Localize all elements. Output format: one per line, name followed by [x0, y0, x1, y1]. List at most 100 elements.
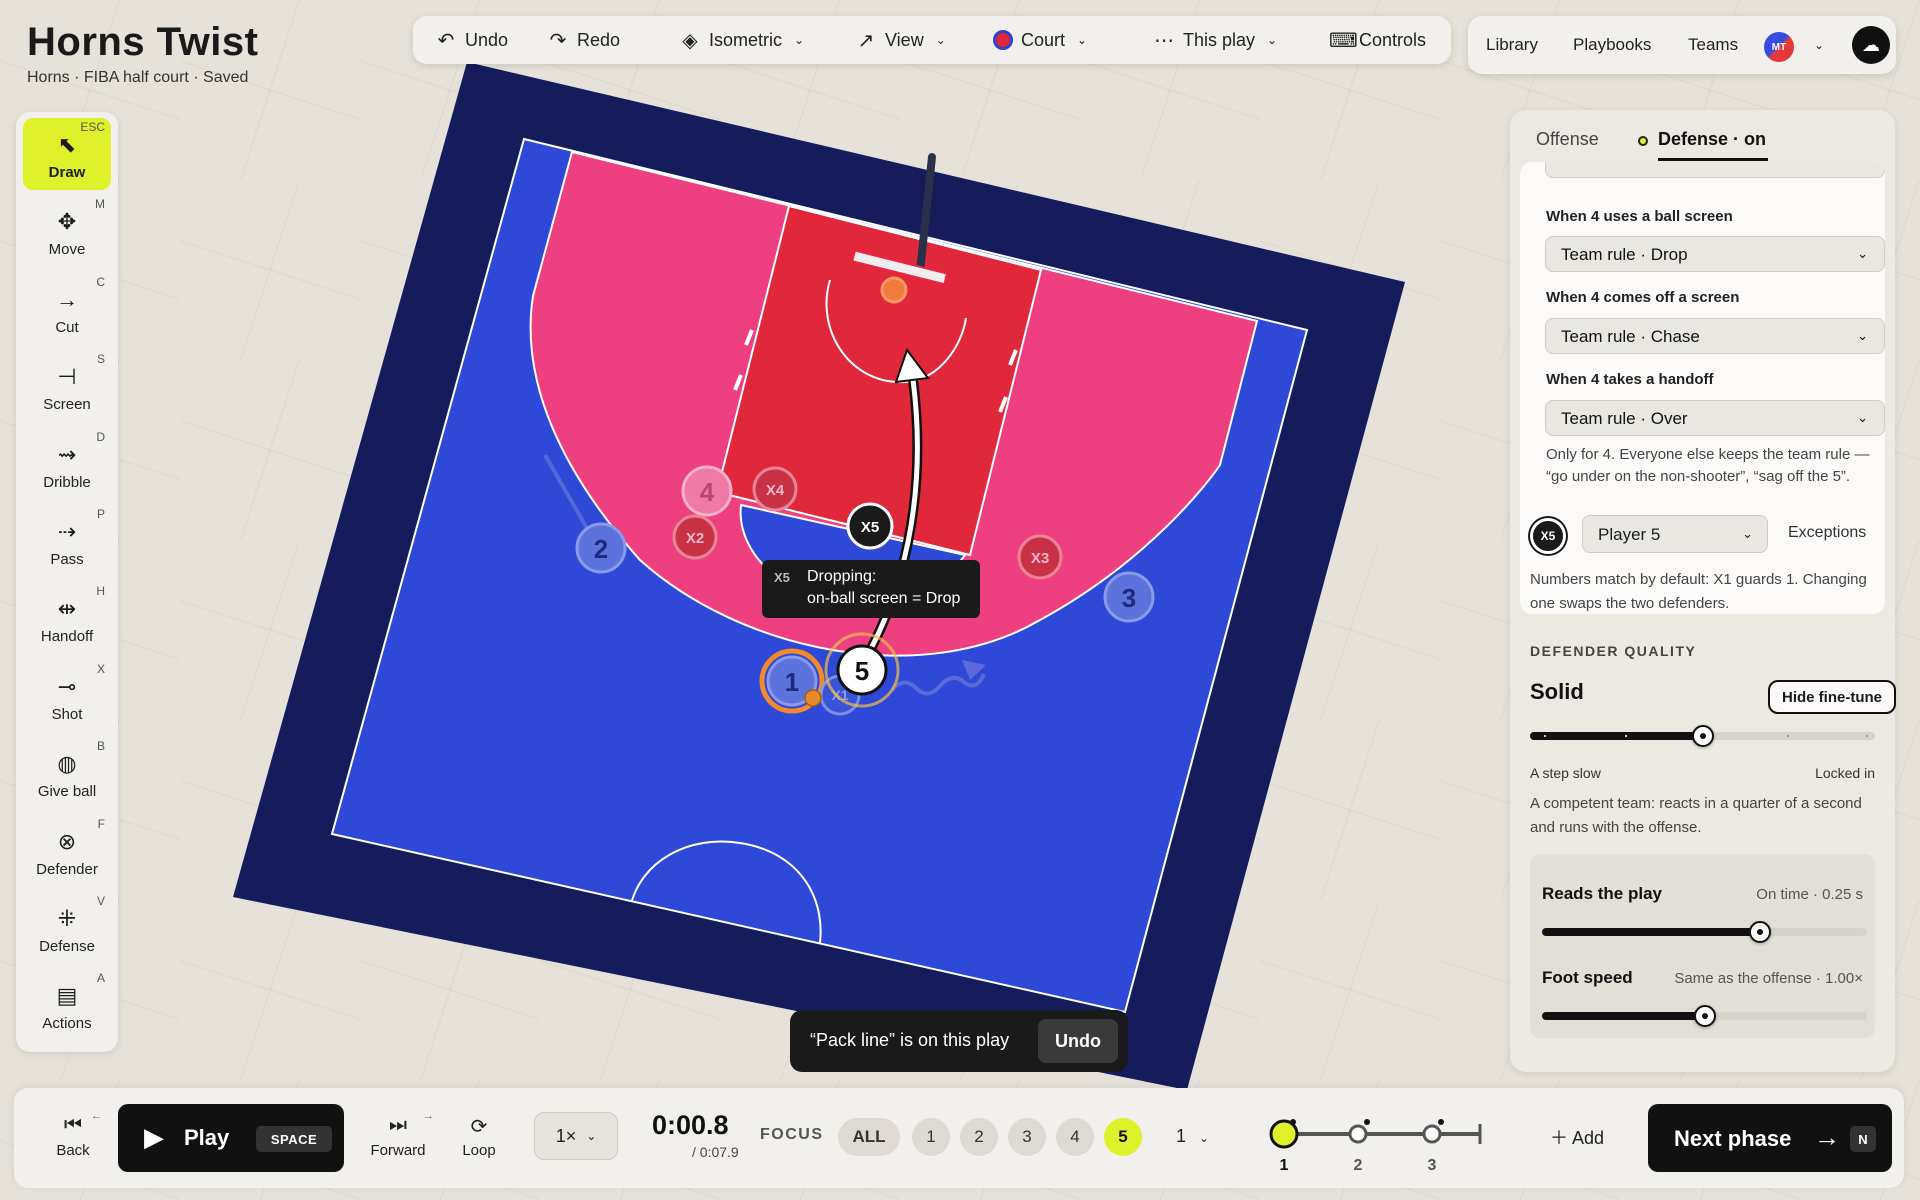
toast: “Pack line” is on this play Undo — [790, 1010, 1128, 1072]
tool-move[interactable]: M ✥ Move — [23, 195, 111, 267]
redo-button[interactable]: ↷ Redo — [547, 16, 620, 64]
total-time: / 0:07.9 — [692, 1144, 739, 1160]
reads-play-slider[interactable] — [1542, 921, 1867, 943]
defender-x3: X3 — [1017, 534, 1063, 580]
play-icon: ▶ — [144, 1122, 164, 1152]
actions-icon: ▤ — [56, 983, 78, 1009]
rule-select-value: Team rule · Chase — [1561, 327, 1700, 346]
defender-x2: X2 — [672, 514, 718, 560]
tool-defense[interactable]: V ⁜ Defense — [23, 892, 111, 964]
quality-slider[interactable] — [1530, 725, 1875, 747]
play-shortcut: SPACE — [256, 1126, 332, 1152]
rule-select-off-screen[interactable]: Team rule · Chase ⌄ — [1545, 318, 1885, 354]
controls-button[interactable]: ⌨ Controls — [1329, 16, 1426, 64]
speed-select[interactable]: 1× ⌄ — [534, 1112, 618, 1160]
offense-player-4: 4 — [681, 465, 733, 517]
undo-label: Undo — [465, 29, 509, 50]
phase-select[interactable]: 1 ⌄ — [1176, 1126, 1209, 1147]
tool-give-ball[interactable]: B ◍ Give ball — [23, 737, 111, 809]
cloud-sync-icon[interactable]: ☁ — [1852, 26, 1890, 64]
loop-button[interactable]: ⟳ Loop — [454, 1114, 504, 1160]
slider-tick — [1866, 735, 1868, 737]
tool-defender[interactable]: F ⊗ Defender — [23, 815, 111, 887]
chevron-down-icon: ⌄ — [1267, 33, 1278, 47]
phase-label: 3 — [1428, 1157, 1437, 1174]
this-play-dropdown[interactable]: ⋯ This play ⌄ — [1153, 16, 1277, 64]
chevron-down-icon[interactable]: ⌄ — [1814, 16, 1824, 74]
tool-label: Screen — [43, 396, 91, 414]
defender-x4: X4 — [752, 466, 798, 512]
scale-low-label: A step slow — [1530, 765, 1601, 781]
focus-4[interactable]: 4 — [1056, 1118, 1094, 1156]
nav-playbooks[interactable]: Playbooks — [1573, 16, 1651, 74]
svg-text:1: 1 — [785, 667, 799, 697]
focus-1[interactable]: 1 — [912, 1118, 950, 1156]
rule-select-partial[interactable] — [1545, 162, 1885, 178]
hide-finetune-button[interactable]: Hide fine-tune — [1768, 680, 1896, 714]
chevron-down-icon: ⌄ — [1077, 33, 1088, 47]
defender-icon: ⊗ — [57, 828, 77, 854]
toast-undo-button[interactable]: Undo — [1038, 1019, 1118, 1063]
focus-all[interactable]: ALL — [838, 1118, 900, 1156]
rule-label: When 4 takes a handoff — [1546, 371, 1714, 388]
tool-shot[interactable]: X ⊸ Shot — [23, 660, 111, 732]
basketball-icon — [804, 689, 822, 707]
forward-button[interactable]: ⏭ Forward → — [366, 1110, 434, 1160]
tab-defense[interactable]: Defense · on — [1658, 129, 1766, 150]
slider-knob[interactable] — [1691, 725, 1714, 747]
view-dropdown[interactable]: ↗ View ⌄ — [855, 16, 946, 64]
player-select[interactable]: Player 5 ⌄ — [1582, 515, 1768, 553]
tool-draw[interactable]: ESC ⬉ Draw — [23, 118, 111, 190]
focus-2[interactable]: 2 — [960, 1118, 998, 1156]
svg-text:2: 2 — [594, 534, 608, 564]
tool-screen[interactable]: S ⊣ Screen — [23, 350, 111, 422]
rule-select-ball-screen[interactable]: Team rule · Drop ⌄ — [1545, 236, 1885, 272]
next-phase-button[interactable]: Next phase → N — [1648, 1104, 1892, 1172]
loop-label: Loop — [462, 1142, 496, 1159]
tool-actions[interactable]: A ▤ Actions — [23, 969, 111, 1041]
focus-3[interactable]: 3 — [1008, 1118, 1046, 1156]
chevron-down-icon: ⌄ — [794, 33, 805, 47]
back-button[interactable]: ⏮ Back ← — [48, 1110, 102, 1160]
finetune-card: Reads the play On time · 0.25 s Foot spe… — [1530, 854, 1875, 1038]
rule-note: Only for 4. Everyone else keeps the team… — [1546, 446, 1870, 485]
tool-cut[interactable]: C → Cut — [23, 273, 111, 345]
nav-library[interactable]: Library — [1486, 16, 1538, 74]
redo-icon: ↷ — [549, 29, 567, 52]
rule-label: When 4 comes off a screen — [1546, 289, 1740, 306]
finetune-value: On time · 0.25 s — [1756, 886, 1863, 903]
defender-quality-value: Solid — [1530, 679, 1584, 704]
slider-fill — [1542, 1012, 1705, 1020]
tool-dribble[interactable]: D ⇝ Dribble — [23, 428, 111, 500]
more-dots-icon: ⋯ — [1154, 29, 1174, 52]
defense-icon: ⁜ — [57, 906, 77, 931]
next-phase-shortcut: N — [1850, 1126, 1876, 1152]
tab-offense[interactable]: Offense — [1536, 129, 1599, 150]
add-phase-button[interactable]: ＋ Add — [1550, 1124, 1604, 1150]
slider-knob[interactable] — [1748, 921, 1771, 943]
foot-speed-slider[interactable] — [1542, 1005, 1867, 1027]
keyboard-icon: ⌨ — [1329, 29, 1358, 52]
undo-icon: ↶ — [437, 29, 455, 52]
tool-label: Dribble — [43, 473, 91, 491]
play-button[interactable]: ▶ Play SPACE — [118, 1104, 344, 1172]
court-dropdown[interactable]: Court ⌄ — [993, 16, 1087, 64]
forward-label: Forward — [370, 1142, 426, 1159]
isometric-dropdown[interactable]: ◈ Isometric ⌄ — [679, 16, 804, 64]
dribble-icon: ⇝ — [57, 441, 77, 467]
slider-knob[interactable] — [1693, 1005, 1716, 1027]
undo-button[interactable]: ↶ Undo — [435, 16, 508, 64]
status-dot-icon — [1638, 136, 1648, 146]
scale-high-label: Locked in — [1815, 765, 1875, 781]
rule-select-handoff[interactable]: Team rule · Over ⌄ — [1545, 400, 1885, 436]
exceptions-link[interactable]: Exceptions — [1788, 524, 1866, 542]
phase-timeline[interactable]: 1 2 3 — [1254, 1108, 1504, 1178]
chevron-down-icon: ⌄ — [935, 33, 946, 47]
nav-teams[interactable]: Teams — [1688, 16, 1738, 74]
tool-label: Shot — [51, 705, 83, 723]
focus-5[interactable]: 5 — [1104, 1118, 1142, 1156]
avatar[interactable]: MT — [1764, 32, 1794, 62]
tool-pass[interactable]: P ⇢ Pass — [23, 505, 111, 577]
tool-handoff[interactable]: H ⇹ Handoff — [23, 582, 111, 654]
tooltip-line2: on-ball screen = Drop — [807, 590, 961, 607]
